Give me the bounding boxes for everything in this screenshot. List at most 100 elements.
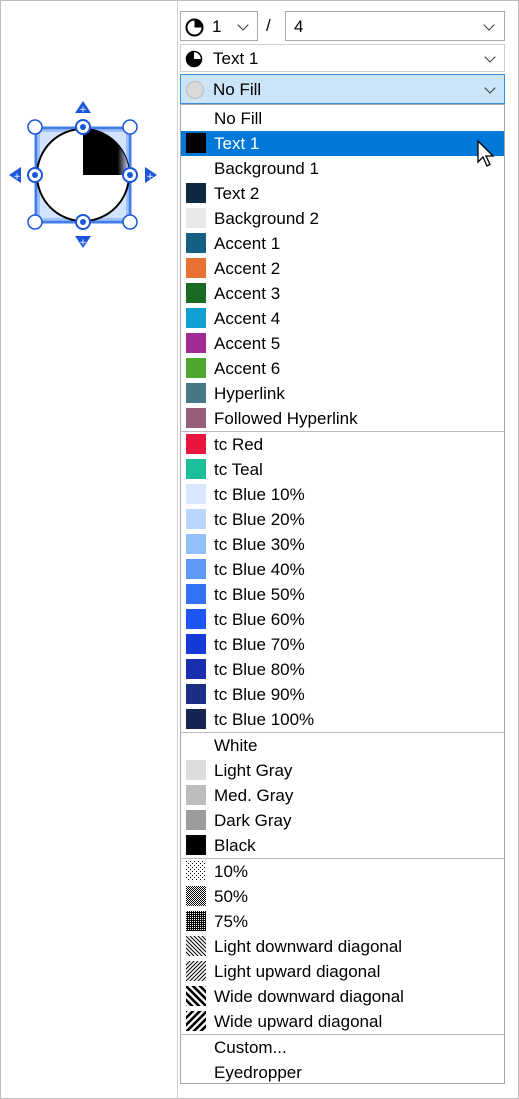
menu-item-tc-blue-100[interactable]: tc Blue 100% — [181, 707, 504, 732]
menu-item-label: 10% — [214, 862, 249, 881]
denominator-value: 4 — [294, 17, 304, 36]
menu-item-label: Text 1 — [214, 134, 260, 153]
color-swatch — [186, 835, 206, 855]
menu-item-label: Light Gray — [214, 761, 293, 780]
menu-item-accent-2[interactable]: Accent 2 — [181, 256, 504, 281]
menu-item-white[interactable]: White — [181, 733, 504, 758]
menu-item-tc-blue-50[interactable]: tc Blue 50% — [181, 582, 504, 607]
menu-item-tc-red[interactable]: tc Red — [181, 432, 504, 457]
menu-item-accent-3[interactable]: Accent 3 — [181, 281, 504, 306]
menu-item-hyperlink[interactable]: Hyperlink — [181, 381, 504, 406]
menu-item-tc-teal[interactable]: tc Teal — [181, 457, 504, 482]
menu-item-label: Black — [214, 836, 256, 855]
numerator-value: 1 — [212, 17, 222, 36]
menu-item-label: Accent 4 — [214, 309, 281, 328]
pattern-swatch — [186, 986, 206, 1006]
menu-item-tc-blue-60[interactable]: tc Blue 60% — [181, 607, 504, 632]
color-swatch — [186, 434, 206, 454]
menu-item-75[interactable]: 75% — [181, 909, 504, 934]
menu-item-tc-blue-40[interactable]: tc Blue 40% — [181, 557, 504, 582]
menu-item-background-2[interactable]: Background 2 — [181, 206, 504, 231]
menu-item-tc-blue-90[interactable]: tc Blue 90% — [181, 682, 504, 707]
menu-separator — [181, 1034, 504, 1035]
pattern-swatch — [186, 1011, 206, 1031]
menu-item-accent-4[interactable]: Accent 4 — [181, 306, 504, 331]
menu-item-label: Accent 5 — [214, 334, 281, 353]
menu-item-dark-gray[interactable]: Dark Gray — [181, 808, 504, 833]
color-swatch — [186, 810, 206, 830]
menu-item-label: Accent 3 — [214, 284, 281, 303]
menu-item-50[interactable]: 50% — [181, 884, 504, 909]
svg-text:+: + — [79, 238, 87, 248]
menu-item-wide-downward-diagonal[interactable]: Wide downward diagonal — [181, 984, 504, 1009]
menu-item-custom[interactable]: Custom... — [181, 1035, 504, 1060]
menu-separator — [181, 431, 504, 432]
color-swatch — [186, 634, 206, 654]
color-swatch — [186, 785, 206, 805]
numerator-combo[interactable]: 1 — [180, 11, 258, 41]
chevron-down-icon — [237, 19, 249, 31]
menu-item-tc-blue-10[interactable]: tc Blue 10% — [181, 482, 504, 507]
menu-item-10[interactable]: 10% — [181, 859, 504, 884]
menu-item-label: Light downward diagonal — [214, 937, 403, 956]
menu-item-light-upward-diagonal[interactable]: Light upward diagonal — [181, 959, 504, 984]
color-swatch — [186, 183, 206, 203]
menu-item-accent-1[interactable]: Accent 1 — [181, 231, 504, 256]
color-swatch — [186, 609, 206, 629]
menu-item-tc-blue-70[interactable]: tc Blue 70% — [181, 632, 504, 657]
menu-item-label: tc Blue 10% — [214, 485, 305, 504]
menu-item-tc-blue-80[interactable]: tc Blue 80% — [181, 657, 504, 682]
menu-item-wide-upward-diagonal[interactable]: Wide upward diagonal — [181, 1009, 504, 1034]
menu-item-light-downward-diagonal[interactable]: Light downward diagonal — [181, 934, 504, 959]
menu-item-tc-blue-20[interactable]: tc Blue 20% — [181, 507, 504, 532]
chevron-down-icon — [484, 82, 496, 94]
chevron-down-icon — [483, 19, 495, 31]
menu-item-label: tc Blue 80% — [214, 660, 305, 679]
menu-item-med-gray[interactable]: Med. Gray — [181, 783, 504, 808]
menu-item-label: tc Blue 30% — [214, 535, 305, 554]
menu-item-label: tc Blue 90% — [214, 685, 305, 704]
color-swatch — [186, 333, 206, 353]
shape-preview[interactable]: + + + + — [0, 95, 170, 255]
pattern-swatch — [186, 886, 206, 906]
menu-item-black[interactable]: Black — [181, 833, 504, 858]
menu-item-eyedropper[interactable]: Eyedropper — [181, 1060, 504, 1085]
line-color-icon — [185, 50, 203, 68]
color-swatch — [186, 459, 206, 479]
menu-item-label: tc Red — [214, 435, 264, 454]
menu-item-label: Wide upward diagonal — [214, 1012, 383, 1031]
line-color-value: Text 1 — [213, 49, 259, 68]
svg-text:+: + — [79, 105, 87, 115]
menu-item-label: Text 2 — [214, 184, 260, 203]
fill-color-combo[interactable]: No Fill — [180, 74, 505, 104]
menu-item-label: Eyedropper — [214, 1063, 302, 1082]
menu-item-background-1[interactable]: Background 1 — [181, 156, 504, 181]
menu-item-accent-6[interactable]: Accent 6 — [181, 356, 504, 381]
color-swatch — [186, 133, 206, 153]
color-swatch — [186, 684, 206, 704]
menu-item-label: Hyperlink — [214, 384, 285, 403]
menu-item-label: White — [214, 736, 258, 755]
pattern-swatch — [186, 961, 206, 981]
menu-item-tc-blue-30[interactable]: tc Blue 30% — [181, 532, 504, 557]
menu-item-followed-hyperlink[interactable]: Followed Hyperlink — [181, 406, 504, 431]
menu-item-no-fill[interactable]: No Fill — [181, 106, 504, 131]
menu-item-text-2[interactable]: Text 2 — [181, 181, 504, 206]
menu-item-label: Followed Hyperlink — [214, 409, 358, 428]
color-swatch — [186, 584, 206, 604]
denominator-combo[interactable]: 4 — [285, 11, 505, 41]
menu-item-accent-5[interactable]: Accent 5 — [181, 331, 504, 356]
menu-item-label: Background 2 — [214, 209, 319, 228]
color-swatch — [186, 534, 206, 554]
fraction-slash: / — [266, 16, 271, 35]
menu-item-label: 50% — [214, 887, 249, 906]
pattern-swatch — [186, 936, 206, 956]
line-color-combo[interactable]: Text 1 — [180, 44, 505, 72]
color-swatch — [186, 760, 206, 780]
svg-text:+: + — [13, 172, 21, 182]
menu-item-label: Accent 1 — [214, 234, 281, 253]
color-swatch — [186, 408, 206, 428]
color-swatch — [186, 308, 206, 328]
menu-item-light-gray[interactable]: Light Gray — [181, 758, 504, 783]
menu-item-text-1[interactable]: Text 1 — [181, 131, 504, 156]
